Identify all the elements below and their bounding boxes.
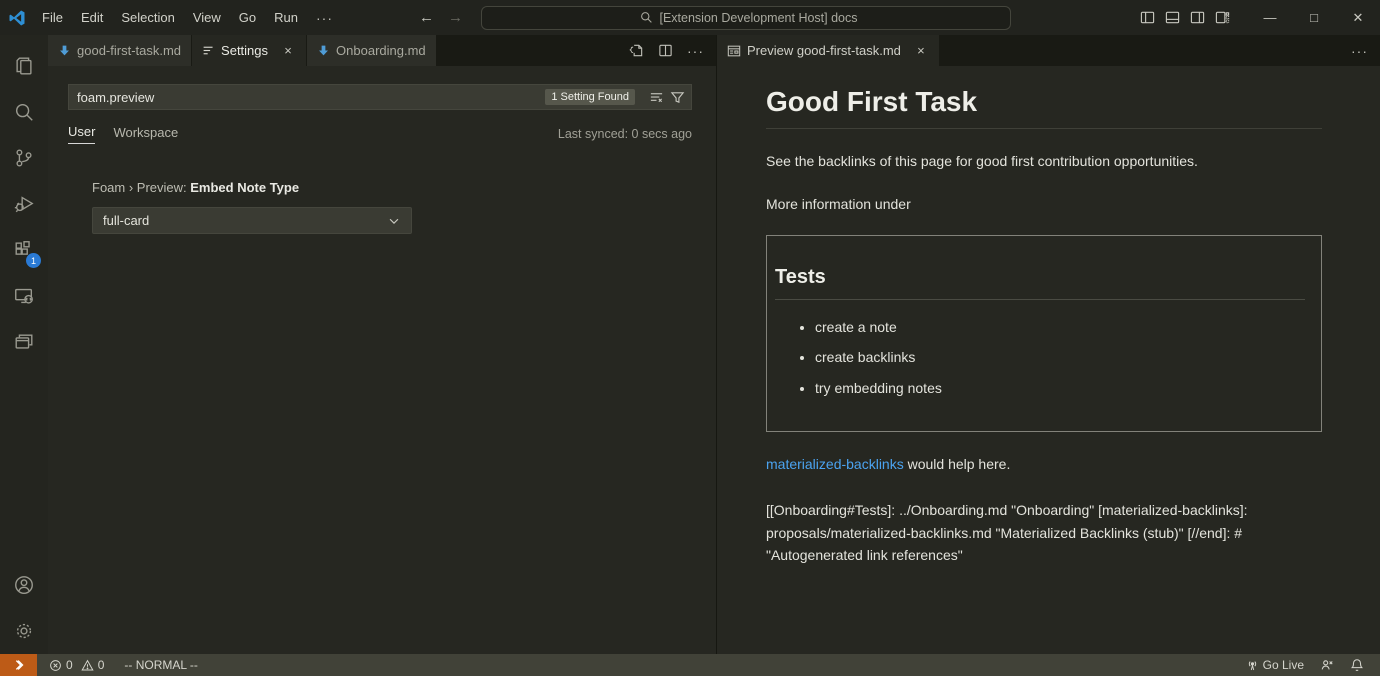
embedded-note-list: create a note create backlinks try embed… <box>815 316 1305 399</box>
markdown-file-icon <box>317 44 330 57</box>
more-actions-icon[interactable]: ··· <box>1351 43 1368 59</box>
title-bar: File Edit Selection View Go Run ··· ← → … <box>0 0 1380 35</box>
embed-note-type-dropdown[interactable]: full-card <box>92 207 412 234</box>
close-tab-icon[interactable]: × <box>280 43 296 58</box>
settings-search-value: foam.preview <box>77 90 154 105</box>
menu-file[interactable]: File <box>34 6 71 30</box>
remote-indicator[interactable] <box>0 654 37 676</box>
menu-run[interactable]: Run <box>266 6 306 30</box>
last-synced-label: Last synced: 0 secs ago <box>558 127 692 141</box>
command-center-label: [Extension Development Host] docs <box>659 11 857 25</box>
notifications-bell-icon[interactable] <box>1344 658 1370 672</box>
clear-filters-icon[interactable] <box>649 90 664 105</box>
menu-more-icon[interactable]: ··· <box>308 6 341 30</box>
embedded-note-title: Tests <box>775 266 1305 300</box>
activity-bar: 1 <box>0 35 48 654</box>
tab-onboarding[interactable]: Onboarding.md <box>307 35 437 66</box>
menu-selection[interactable]: Selection <box>113 6 182 30</box>
explorer-icon[interactable] <box>0 43 48 89</box>
preview-paragraph: More information under <box>766 194 1326 215</box>
materialized-backlinks-link[interactable]: materialized-backlinks <box>766 456 904 472</box>
left-tab-row: good-first-task.md Settings × Onboarding… <box>48 35 716 66</box>
vscode-logo-icon <box>0 9 34 27</box>
accounts-icon[interactable] <box>0 562 48 608</box>
open-settings-json-icon[interactable] <box>629 43 644 58</box>
toggle-sidebar-icon[interactable] <box>1140 10 1155 25</box>
run-debug-icon[interactable] <box>0 181 48 227</box>
preview-paragraph: See the backlinks of this page for good … <box>766 151 1326 172</box>
command-center-search[interactable]: [Extension Development Host] docs <box>481 6 1011 30</box>
list-item: create backlinks <box>815 346 1305 368</box>
list-item: try embedding notes <box>815 377 1305 399</box>
maximize-button[interactable]: □ <box>1292 0 1336 35</box>
close-window-button[interactable]: ✕ <box>1336 0 1380 35</box>
settings-editor: foam.preview 1 Setting Found User Worksp… <box>48 66 716 654</box>
list-item: create a note <box>815 316 1305 338</box>
embedded-note-card: Tests create a note create backlinks try… <box>766 235 1322 432</box>
tab-settings[interactable]: Settings × <box>192 35 307 66</box>
editor-group-left: good-first-task.md Settings × Onboarding… <box>48 35 716 654</box>
error-count: 0 <box>66 658 73 672</box>
settings-editor-icon <box>202 44 215 57</box>
filter-funnel-icon[interactable] <box>670 90 685 105</box>
tab-good-first-task[interactable]: good-first-task.md <box>48 35 192 66</box>
customize-layout-icon[interactable] <box>1215 10 1230 25</box>
search-sidebar-icon[interactable] <box>0 89 48 135</box>
menu-go[interactable]: Go <box>231 6 264 30</box>
split-editor-icon[interactable] <box>658 43 673 58</box>
extensions-icon[interactable]: 1 <box>0 227 48 273</box>
markdown-file-icon <box>58 44 71 57</box>
remote-icon <box>12 658 26 672</box>
close-tab-icon[interactable]: × <box>913 43 929 58</box>
search-icon <box>640 11 653 24</box>
link-references-paragraph: [[Onboarding#Tests]: ../Onboarding.md "O… <box>766 499 1326 566</box>
backlink-paragraph: materialized-backlinks would help here. <box>766 454 1326 475</box>
error-icon <box>49 659 62 672</box>
setting-name: Embed Note Type <box>190 180 299 195</box>
toggle-secondary-sidebar-icon[interactable] <box>1190 10 1205 25</box>
warning-icon <box>81 659 94 672</box>
problems-indicator[interactable]: 0 0 <box>43 658 110 672</box>
scope-tab-workspace[interactable]: Workspace <box>113 125 178 144</box>
go-live-button[interactable]: Go Live <box>1240 658 1310 672</box>
warning-count: 0 <box>98 658 105 672</box>
setting-embed-note-type: Foam › Preview: Embed Note Type full-car… <box>92 180 692 234</box>
setting-category: Foam › Preview: <box>92 180 190 195</box>
extensions-badge: 1 <box>26 253 41 268</box>
remote-explorer-icon[interactable] <box>0 273 48 319</box>
menu-edit[interactable]: Edit <box>73 6 111 30</box>
editor-group-right: Preview good-first-task.md × ··· Good Fi… <box>716 35 1380 654</box>
toggle-panel-icon[interactable] <box>1165 10 1180 25</box>
tab-preview-good-first-task[interactable]: Preview good-first-task.md × <box>717 35 940 66</box>
vim-mode-indicator[interactable]: -- NORMAL -- <box>118 658 204 672</box>
nav-back-icon[interactable]: ← <box>419 9 434 26</box>
preview-title: Good First Task <box>766 86 1322 129</box>
settings-gear-icon[interactable] <box>0 608 48 654</box>
vscode-window: File Edit Selection View Go Run ··· ← → … <box>0 0 1380 676</box>
minimize-button[interactable]: — <box>1248 0 1292 35</box>
menu-view[interactable]: View <box>185 6 229 30</box>
dropdown-value: full-card <box>103 213 149 228</box>
settings-results-badge: 1 Setting Found <box>545 89 635 105</box>
nav-forward-icon: → <box>448 9 463 26</box>
markdown-preview: Good First Task See the backlinks of thi… <box>717 66 1380 654</box>
right-tab-row: Preview good-first-task.md × ··· <box>717 35 1380 66</box>
menu-bar: File Edit Selection View Go Run ··· <box>34 6 341 30</box>
chevron-down-icon <box>387 214 401 228</box>
settings-search-input[interactable]: foam.preview 1 Setting Found <box>68 84 692 110</box>
scope-tab-user[interactable]: User <box>68 124 95 144</box>
editor-layouts-icon[interactable] <box>0 319 48 365</box>
source-control-icon[interactable] <box>0 135 48 181</box>
open-preview-icon <box>727 44 741 58</box>
broadcast-icon <box>1246 659 1259 672</box>
status-bar: 0 0 -- NORMAL -- Go Live <box>0 654 1380 676</box>
more-actions-icon[interactable]: ··· <box>687 43 704 59</box>
feedback-icon[interactable] <box>1314 658 1340 672</box>
